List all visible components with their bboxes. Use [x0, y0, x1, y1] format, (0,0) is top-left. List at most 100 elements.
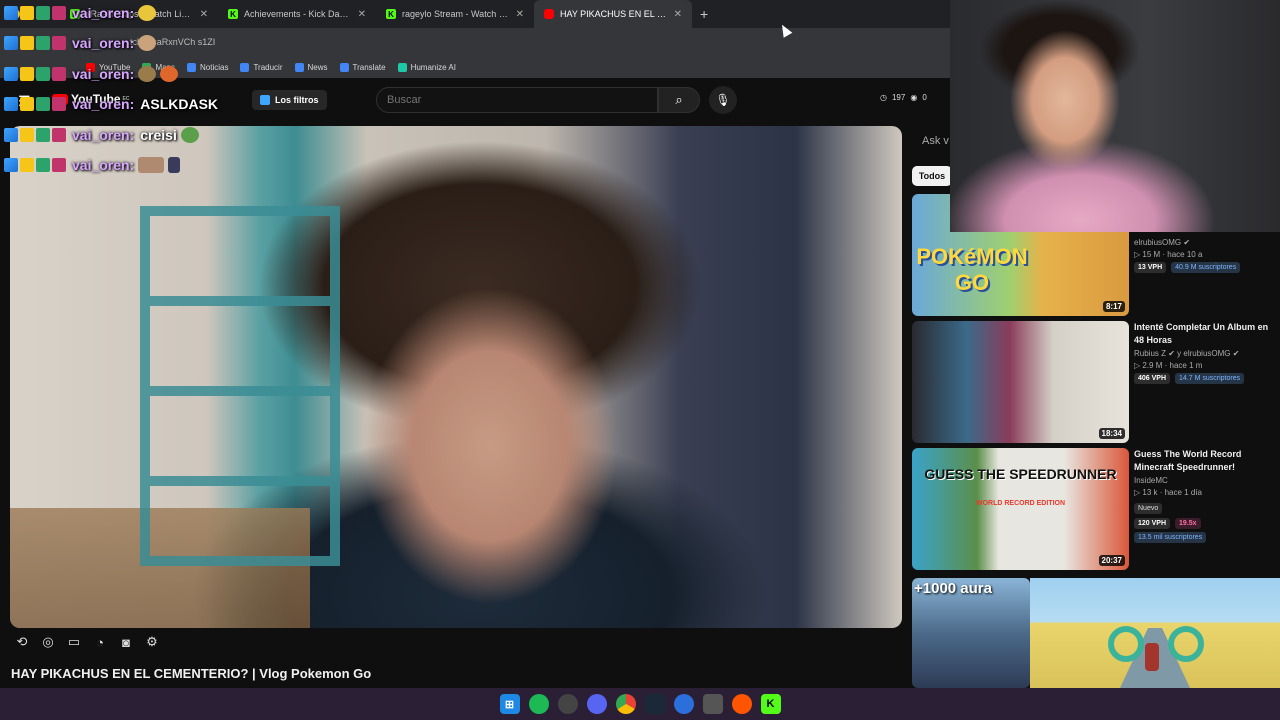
badge-icon	[36, 6, 50, 20]
kick-icon[interactable]: K	[760, 694, 781, 714]
browser-tab-active[interactable]: HAY PIKACHUS EN EL CEMENTE ✕	[534, 0, 692, 28]
crown-icon	[20, 128, 34, 142]
chip-all[interactable]: Todos	[912, 166, 952, 186]
new-tab-button[interactable]: +	[692, 6, 716, 22]
badge-icon	[4, 6, 18, 20]
kick-icon: K	[386, 9, 396, 19]
recommendation-meta: Intenté Completar Un Album en 48 Horas R…	[1134, 321, 1274, 384]
channel-name[interactable]: elrubiusOMG ✔	[1134, 238, 1274, 247]
chrome-icon[interactable]	[615, 694, 636, 714]
new-badge: Nuevo	[1134, 503, 1163, 514]
windows-start-icon[interactable]: ⊞	[499, 694, 520, 714]
chat-username: vai_oren:	[72, 96, 135, 112]
recommendation-meta: elrubiusOMG ✔ ▷ 15 M · hace 10 a 13 VPH 4…	[1134, 236, 1274, 273]
app-icon[interactable]	[673, 694, 694, 714]
bookmark-news[interactable]: News	[294, 62, 328, 72]
browser-tab[interactable]: K rageylo Stream - Watch Live on ✕	[376, 0, 534, 28]
bookmark-humanize-ai[interactable]: Humanize AI	[397, 62, 456, 72]
translate-icon	[339, 62, 349, 72]
badge-icon	[4, 128, 18, 142]
search-input[interactable]	[376, 87, 658, 113]
video-thumbnail[interactable]: +1000 aura	[912, 578, 1030, 688]
translate-icon	[240, 62, 250, 72]
youtube-icon	[544, 9, 554, 19]
bookmark-translate[interactable]: Translate	[339, 62, 386, 72]
channel-name[interactable]: Rubius Z ✔ y elrubiusOMG ✔	[1134, 349, 1274, 358]
discord-icon[interactable]	[586, 694, 607, 714]
vph-badge: 406 VPH	[1134, 373, 1171, 384]
video-thumbnail[interactable]: GUESS THE SPEEDRUNNER WORLD RECORD EDITI…	[912, 448, 1129, 570]
video-duration: 18:34	[1098, 428, 1125, 439]
chat-username: vai_oren:	[72, 5, 135, 21]
badge-icon	[36, 158, 50, 172]
soundcloud-icon[interactable]	[731, 694, 752, 714]
clock-icon: ◷	[880, 93, 887, 102]
theater-mode-icon[interactable]: ▭	[66, 634, 82, 650]
emote-icon	[138, 66, 157, 82]
chat-username: vai_oren:	[72, 157, 135, 173]
crown-icon	[20, 67, 34, 81]
badge-icon	[36, 36, 50, 50]
recommendation-item[interactable]: 18:34 Intenté Completar Un Album en 48 H…	[912, 321, 1280, 443]
crown-icon	[20, 158, 34, 172]
video-duration: 8:17	[1102, 301, 1125, 312]
speed-icon[interactable]: ◔	[92, 634, 108, 650]
video-title: HAY PIKACHUS EN EL CEMENTERIO? | Vlog Po…	[11, 666, 372, 681]
chat-username: vai_oren:	[72, 35, 135, 51]
chat-text: creisi	[140, 127, 177, 143]
recommendation-item[interactable]: GUESS THE SPEEDRUNNER WORLD RECORD EDITI…	[912, 448, 1280, 570]
emote-icon	[160, 66, 179, 82]
filters-button[interactable]: Los filtros	[252, 90, 327, 110]
streamer-webcam	[950, 0, 1280, 232]
subscribers-badge: 14.7 M suscriptores	[1175, 373, 1245, 384]
crown-icon	[20, 97, 34, 111]
loop-icon[interactable]: ⟲	[14, 634, 30, 650]
search-icon: ⌕	[675, 92, 683, 107]
close-icon[interactable]: ✕	[358, 9, 366, 20]
emote-icon	[138, 5, 157, 21]
close-icon[interactable]: ✕	[516, 9, 524, 20]
game-ring	[1168, 626, 1204, 662]
screenshot-icon[interactable]: ◙	[118, 634, 134, 650]
video-duration: 20:37	[1098, 555, 1125, 566]
app-icon[interactable]	[702, 694, 723, 714]
search-button[interactable]: ⌕	[658, 87, 700, 113]
video-title-link[interactable]: Intenté Completar Un Album en 48 Horas	[1134, 321, 1274, 347]
player-controls: ⟲ ◎ ▭ ◔ ◙ ⚙	[14, 634, 160, 650]
steam-icon[interactable]	[644, 694, 665, 714]
video-frame-shelf	[140, 206, 340, 566]
close-icon[interactable]: ✕	[200, 9, 208, 20]
spotify-icon[interactable]	[528, 694, 549, 714]
bookmark-traducir[interactable]: Traducir	[240, 62, 283, 72]
browser-tab[interactable]: K Achievements - Kick Dashboard ✕	[218, 0, 376, 28]
badge-icon	[52, 36, 66, 50]
voice-search-button[interactable]: 🎙	[709, 86, 737, 114]
vph-badge: 120 VPH	[1134, 518, 1171, 529]
game-rider	[1145, 643, 1159, 671]
humanize-icon	[397, 62, 407, 72]
video-player[interactable]	[10, 126, 902, 628]
thumbnail-text: POKéMON GO	[916, 244, 1028, 295]
badge-icon	[4, 36, 18, 50]
badge-icon	[4, 67, 18, 81]
badge-icon	[36, 128, 50, 142]
extension-stats: ◷ 197 ◉ 0	[880, 93, 927, 102]
channel-name[interactable]: InsideMC	[1134, 476, 1274, 485]
chat-message: vai_oren:	[4, 33, 157, 53]
video-thumbnail[interactable]: 18:34	[912, 321, 1129, 443]
bookmark-noticias[interactable]: Noticias	[187, 62, 228, 72]
video-title-link[interactable]: Guess The World Record Minecraft Speedru…	[1134, 448, 1274, 474]
eye-icon: ◉	[910, 93, 918, 102]
close-icon[interactable]: ✕	[674, 9, 682, 20]
mic-icon: 🎙	[715, 93, 731, 107]
badge-icon	[36, 67, 50, 81]
emote-icon	[168, 157, 181, 173]
vph-badge: 13 VPH	[1134, 262, 1167, 273]
app-icon[interactable]	[557, 694, 578, 714]
subscribers-badge: 40.9 M suscriptores	[1171, 262, 1241, 273]
settings-icon[interactable]: ⚙	[144, 634, 160, 650]
kick-icon: K	[228, 9, 238, 19]
audio-icon[interactable]: ◎	[40, 634, 56, 650]
emote-icon	[138, 35, 157, 51]
badge-icon	[4, 97, 18, 111]
